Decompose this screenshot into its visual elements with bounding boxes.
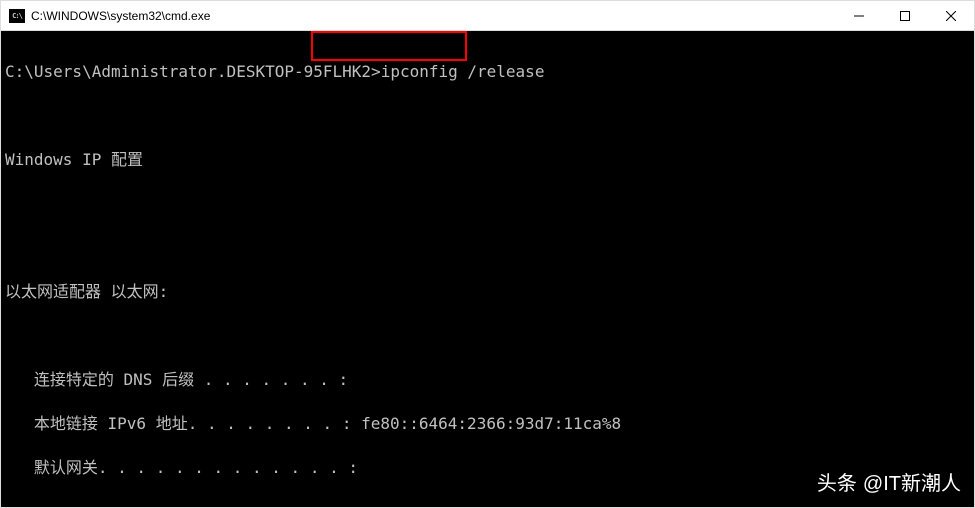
terminal-output[interactable]: C:\Users\Administrator.DESKTOP-95FLHK2>i… bbox=[1, 31, 974, 507]
adapter-line: 以太网适配器 以太网: bbox=[5, 281, 970, 303]
close-icon bbox=[946, 11, 956, 21]
blank-line bbox=[5, 105, 970, 127]
dns-line: 连接特定的 DNS 后缀 . . . . . . . : bbox=[5, 369, 970, 391]
cmd-window: C:\ C:\WINDOWS\system32\cmd.exe C:\Users… bbox=[0, 0, 975, 508]
maximize-icon bbox=[900, 11, 910, 21]
blank-line bbox=[5, 325, 970, 347]
window-title: C:\WINDOWS\system32\cmd.exe bbox=[25, 9, 836, 23]
cmd-icon: C:\ bbox=[9, 9, 25, 23]
prompt-line-1: C:\Users\Administrator.DESKTOP-95FLHK2>i… bbox=[5, 61, 970, 83]
blank-line bbox=[5, 501, 970, 507]
output-line: Windows IP 配置 bbox=[5, 149, 970, 171]
minimize-icon bbox=[854, 11, 864, 21]
window-controls bbox=[836, 1, 974, 31]
blank-line bbox=[5, 237, 970, 259]
title-bar[interactable]: C:\ C:\WINDOWS\system32\cmd.exe bbox=[1, 1, 974, 31]
close-button[interactable] bbox=[928, 1, 974, 31]
gateway-line: 默认网关. . . . . . . . . . . . . : bbox=[5, 457, 970, 479]
maximize-button[interactable] bbox=[882, 1, 928, 31]
minimize-button[interactable] bbox=[836, 1, 882, 31]
ipv6-line: 本地链接 IPv6 地址. . . . . . . . : fe80::6464… bbox=[5, 413, 970, 435]
blank-line bbox=[5, 193, 970, 215]
